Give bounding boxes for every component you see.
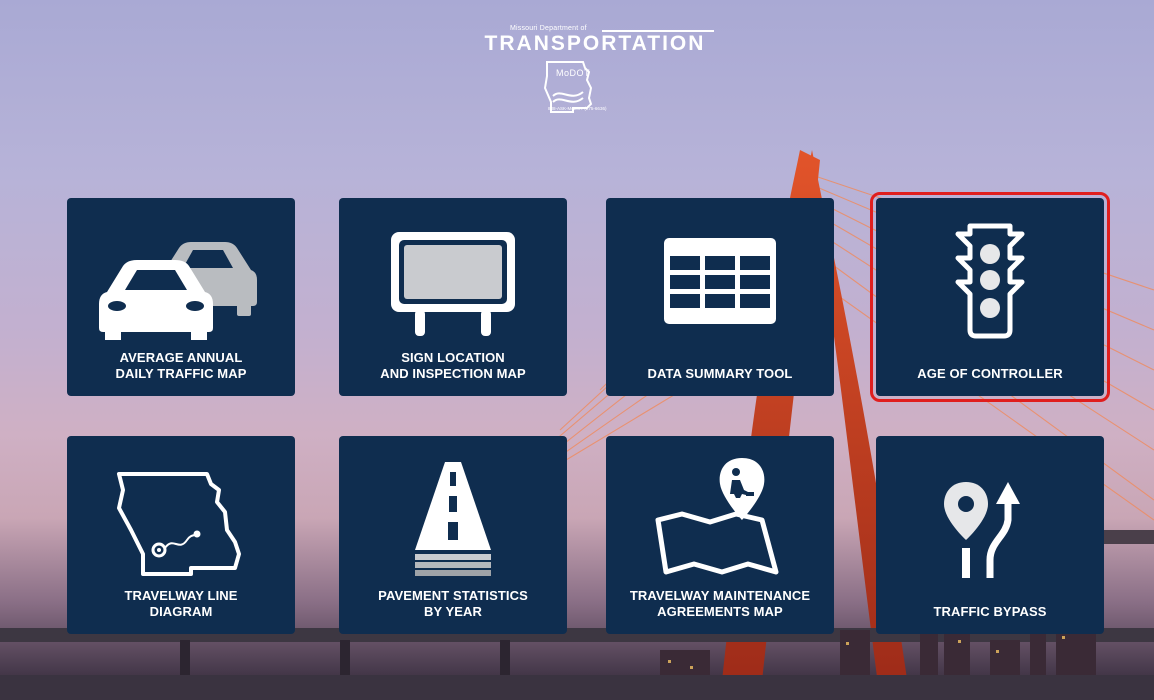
modot-launcher: Missouri Department of TRANSPORTATION Mo… bbox=[0, 0, 1154, 700]
tile-label: SIGN LOCATION AND INSPECTION MAP bbox=[380, 350, 526, 381]
sign-icon bbox=[391, 232, 515, 336]
logo-phone: 888-ASK-MoDOT (275-6636) bbox=[548, 106, 607, 111]
tile-label: AGE OF CONTROLLER bbox=[917, 366, 1063, 381]
logo-mark: MoDOT bbox=[556, 68, 590, 78]
table-icon bbox=[664, 238, 776, 324]
tile-pavement-statistics-by-year[interactable]: PAVEMENT STATISTICS BY YEAR bbox=[339, 436, 567, 634]
traffic-light-icon bbox=[955, 223, 1025, 339]
logo-top-line: Missouri Department of bbox=[510, 25, 587, 32]
tile-average-annual-daily-traffic-map[interactable]: AVERAGE ANNUAL DAILY TRAFFIC MAP bbox=[67, 198, 295, 396]
tile-age-of-controller[interactable]: AGE OF CONTROLLER bbox=[870, 192, 1110, 402]
tile-label: PAVEMENT STATISTICS BY YEAR bbox=[378, 588, 528, 619]
tile-traffic-bypass[interactable]: TRAFFIC BYPASS bbox=[876, 436, 1104, 634]
tile-data-summary-tool[interactable]: DATA SUMMARY TOOL bbox=[606, 198, 834, 396]
tile-label: TRAVELWAY MAINTENANCE AGREEMENTS MAP bbox=[629, 588, 811, 619]
bypass-icon bbox=[944, 482, 1020, 578]
tile-travelway-maintenance-agreements-map[interactable]: TRAVELWAY MAINTENANCE AGREEMENTS MAP bbox=[606, 436, 834, 634]
cars-icon bbox=[99, 242, 257, 340]
tile-label: DATA SUMMARY TOOL bbox=[647, 366, 793, 381]
tile-travelway-line-diagram[interactable]: TRAVELWAY LINE DIAGRAM bbox=[67, 436, 295, 634]
road-icon bbox=[415, 462, 491, 576]
tile-label: TRAFFIC BYPASS bbox=[933, 604, 1047, 619]
tile-label: TRAVELWAY LINE DIAGRAM bbox=[124, 588, 238, 619]
tile-sign-location-and-inspection-map[interactable]: SIGN LOCATION AND INSPECTION MAP bbox=[339, 198, 567, 396]
missouri-map-icon bbox=[117, 472, 241, 576]
map-worker-icon bbox=[655, 458, 779, 575]
modot-logo: Missouri Department of TRANSPORTATION Mo… bbox=[470, 22, 720, 122]
tile-label: AVERAGE ANNUAL DAILY TRAFFIC MAP bbox=[115, 350, 247, 381]
logo-title: TRANSPORTATION bbox=[484, 32, 706, 55]
